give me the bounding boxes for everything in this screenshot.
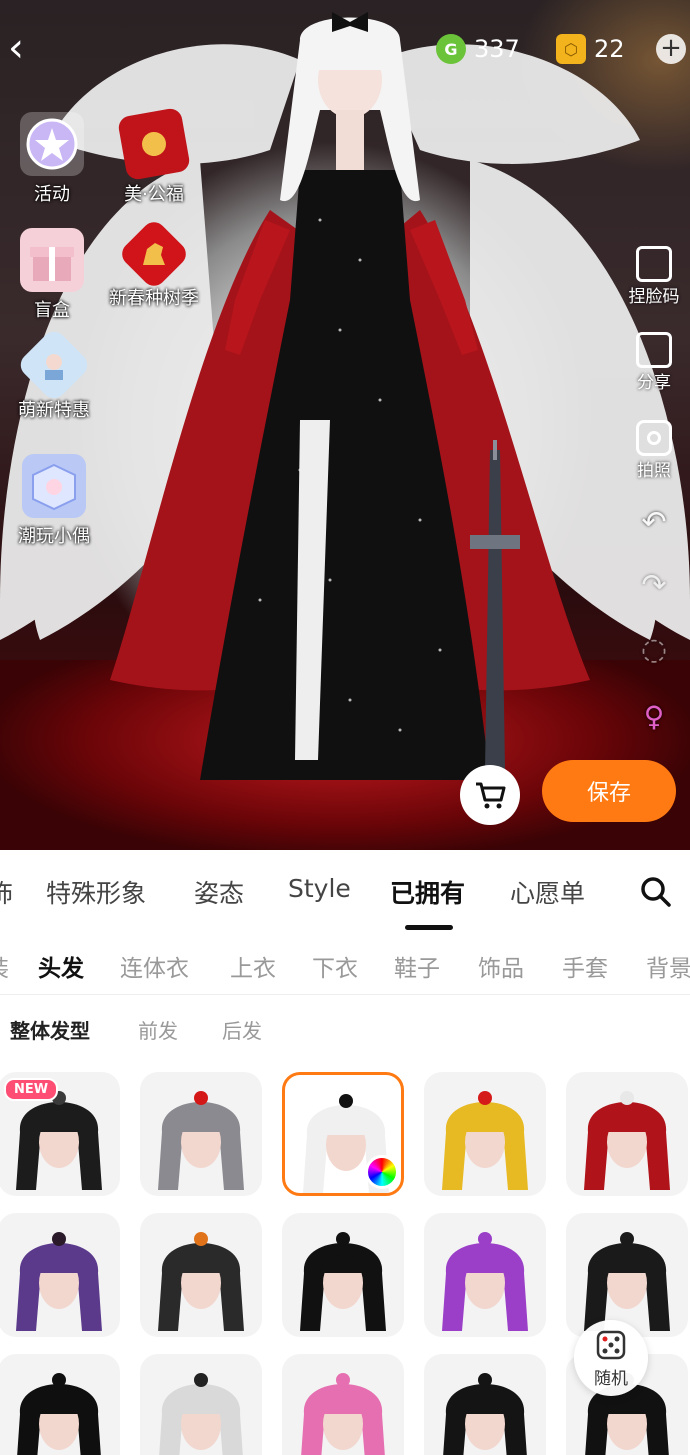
right-tool-label: 拍照	[637, 461, 671, 481]
left-nav-blind-box[interactable]: 盲盒	[2, 228, 102, 322]
back-icon[interactable]: ‹	[8, 28, 48, 72]
category-accessory[interactable]: 饰品	[478, 949, 524, 983]
character-card-icon	[15, 326, 93, 404]
dice-icon	[596, 1330, 626, 1359]
camera-button[interactable]: 拍照	[622, 420, 686, 481]
left-nav-fortune[interactable]: 美·公福	[104, 106, 204, 206]
hair-item[interactable]	[282, 1354, 404, 1455]
hair-item[interactable]	[0, 1354, 120, 1455]
hair-thumbnail	[159, 1373, 243, 1455]
hair-thumbnail	[158, 1091, 244, 1190]
left-nav-label: 美·公福	[124, 184, 184, 205]
random-button[interactable]: 随机	[574, 1320, 648, 1396]
gift-box-icon	[20, 228, 84, 292]
hair-item-grid: NEW	[0, 1072, 690, 1455]
left-nav-label: 活动	[34, 184, 70, 205]
hair-thumbnail	[442, 1232, 528, 1331]
category-bottom[interactable]: 下衣	[312, 949, 358, 983]
tab-owned[interactable]: 已拥有	[390, 874, 465, 910]
hair-item[interactable]	[0, 1213, 120, 1337]
hair-thumbnail	[301, 1373, 385, 1455]
hair-item[interactable]	[140, 1213, 262, 1337]
right-tool-label: 分享	[637, 373, 671, 393]
category-gloves[interactable]: 手套	[562, 949, 608, 983]
category-shoes[interactable]: 鞋子	[394, 949, 440, 983]
face-code-button[interactable]: 捏脸码	[622, 246, 686, 307]
red-envelope-icon	[116, 106, 192, 182]
hair-item[interactable]	[140, 1354, 262, 1455]
hair-thumbnail	[442, 1091, 528, 1190]
left-nav-label: 萌新特惠	[18, 400, 90, 421]
top-bar: ‹ G 337 ⬡ 22 +	[0, 0, 690, 100]
hair-item[interactable]	[424, 1213, 546, 1337]
search-icon[interactable]	[640, 876, 672, 908]
left-nav-label: 盲盒	[34, 300, 70, 321]
tab-special-look[interactable]: 特殊形象	[46, 874, 146, 910]
random-label: 随机	[594, 1368, 628, 1389]
tab-style[interactable]: Style	[288, 874, 351, 903]
left-nav-newbie-deal[interactable]: 萌新特惠	[4, 326, 104, 422]
hair-thumbnail	[584, 1091, 670, 1190]
green-coin-icon: G	[436, 34, 466, 64]
cube-figure-icon	[22, 454, 86, 518]
left-nav-spring-tree[interactable]: 新春种树季	[104, 217, 204, 310]
camera-icon	[636, 420, 672, 456]
left-nav-label: 新春种树季	[109, 288, 199, 309]
hair-thumbnail	[443, 1373, 527, 1455]
category-tabs: 装 头发 连体衣 上衣 下衣 鞋子 饰品 手套 背景	[0, 935, 690, 995]
share-icon	[636, 332, 672, 368]
gold-currency[interactable]: ⬡ 22	[556, 32, 625, 66]
right-tool-label: 捏脸码	[628, 287, 680, 307]
avatar-preview-stage[interactable]: ‹ G 337 ⬡ 22 + 活动 美·公福 盲盒 新春种树季 萌新特惠 潮玩小…	[0, 0, 690, 850]
left-nav-trendy-toy[interactable]: 潮玩小偶	[4, 454, 104, 548]
cart-icon	[476, 782, 506, 809]
category-top[interactable]: 上衣	[230, 949, 276, 983]
horse-lantern-icon	[117, 217, 191, 291]
hair-item[interactable]	[566, 1213, 688, 1337]
hair-thumbnail	[158, 1232, 244, 1331]
left-nav-activity[interactable]: 活动	[2, 112, 102, 206]
gold-currency-value: 22	[594, 35, 625, 63]
save-button[interactable]: 保存	[542, 760, 676, 822]
share-button[interactable]: 分享	[622, 332, 686, 393]
redo-icon[interactable]: ↷	[622, 568, 686, 603]
category-hair[interactable]: 头发	[38, 949, 84, 983]
undo-icon[interactable]: ↶	[622, 505, 686, 540]
tab-wishlist[interactable]: 心愿单	[510, 874, 585, 910]
hair-item[interactable]	[282, 1072, 404, 1196]
gender-switch-icon[interactable]: ♀	[622, 700, 686, 733]
color-wheel-icon[interactable]	[365, 1155, 399, 1189]
cart-button[interactable]	[460, 765, 520, 825]
hair-item[interactable]	[424, 1072, 546, 1196]
subtab-back-hair[interactable]: 后发	[222, 1015, 262, 1044]
hair-item[interactable]	[282, 1213, 404, 1337]
add-currency-button[interactable]: +	[656, 34, 686, 64]
active-tab-indicator	[405, 925, 453, 930]
subtab-front-hair[interactable]: 前发	[138, 1015, 178, 1044]
main-tabs: 饰 特殊形象 姿态 Style 已拥有 心愿单	[0, 850, 690, 935]
reset-view-icon[interactable]: ◌	[622, 632, 686, 667]
green-currency-value: 337	[474, 35, 520, 63]
hair-item[interactable]: NEW	[0, 1072, 120, 1196]
hair-item[interactable]	[424, 1354, 546, 1455]
left-nav-label: 潮玩小偶	[18, 526, 90, 547]
hair-item[interactable]	[140, 1072, 262, 1196]
hair-thumbnail	[584, 1232, 670, 1331]
category-outfit[interactable]: 装	[0, 949, 9, 983]
subtab-full-hairstyle[interactable]: 整体发型	[10, 1015, 90, 1044]
hair-thumbnail	[300, 1232, 386, 1331]
green-currency[interactable]: G 337	[436, 32, 520, 66]
face-code-icon	[636, 246, 672, 282]
hair-thumbnail	[17, 1373, 101, 1455]
hair-thumbnail	[16, 1232, 102, 1331]
tab-accessory[interactable]: 饰	[0, 874, 13, 910]
gold-coin-icon: ⬡	[556, 34, 586, 64]
category-background[interactable]: 背景	[646, 949, 690, 983]
tab-pose[interactable]: 姿态	[194, 874, 244, 910]
new-badge: NEW	[4, 1078, 59, 1101]
hair-item[interactable]	[566, 1072, 688, 1196]
star-badge-icon	[20, 112, 84, 176]
category-jumpsuit[interactable]: 连体衣	[120, 949, 189, 983]
